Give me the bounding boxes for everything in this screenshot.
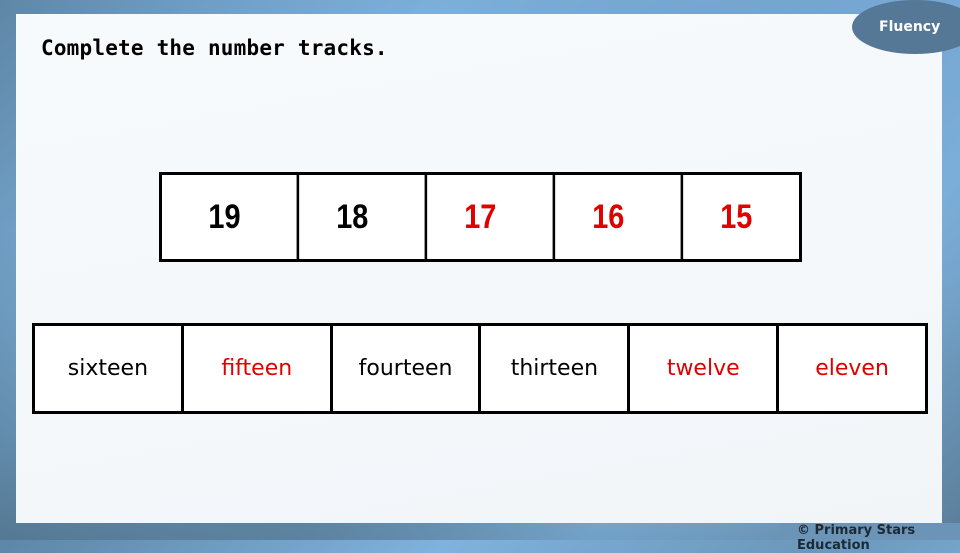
track-cell: 15 (680, 175, 790, 259)
number-track: 19 18 17 16 15 (159, 172, 802, 262)
badge-label: Fluency (879, 19, 941, 35)
content-panel (16, 14, 942, 523)
track-cell: 18 (296, 175, 406, 259)
track-cell: 16 (552, 175, 662, 259)
track-cell: thirteen (478, 326, 627, 411)
track-cell: fifteen (180, 326, 330, 411)
track-cell: 19 (208, 197, 241, 236)
track-cell: fourteen (329, 326, 479, 411)
page-title: Complete the number tracks. (41, 36, 388, 60)
copyright-footer: © Primary Stars Education (797, 523, 916, 553)
track-cell: twelve (627, 326, 776, 411)
track-cell: eleven (776, 326, 925, 411)
track-cell: sixteen (67, 356, 149, 381)
track-cell: 17 (424, 175, 534, 259)
word-track: sixteen fifteen fourteen thirteen twelve… (32, 323, 928, 414)
